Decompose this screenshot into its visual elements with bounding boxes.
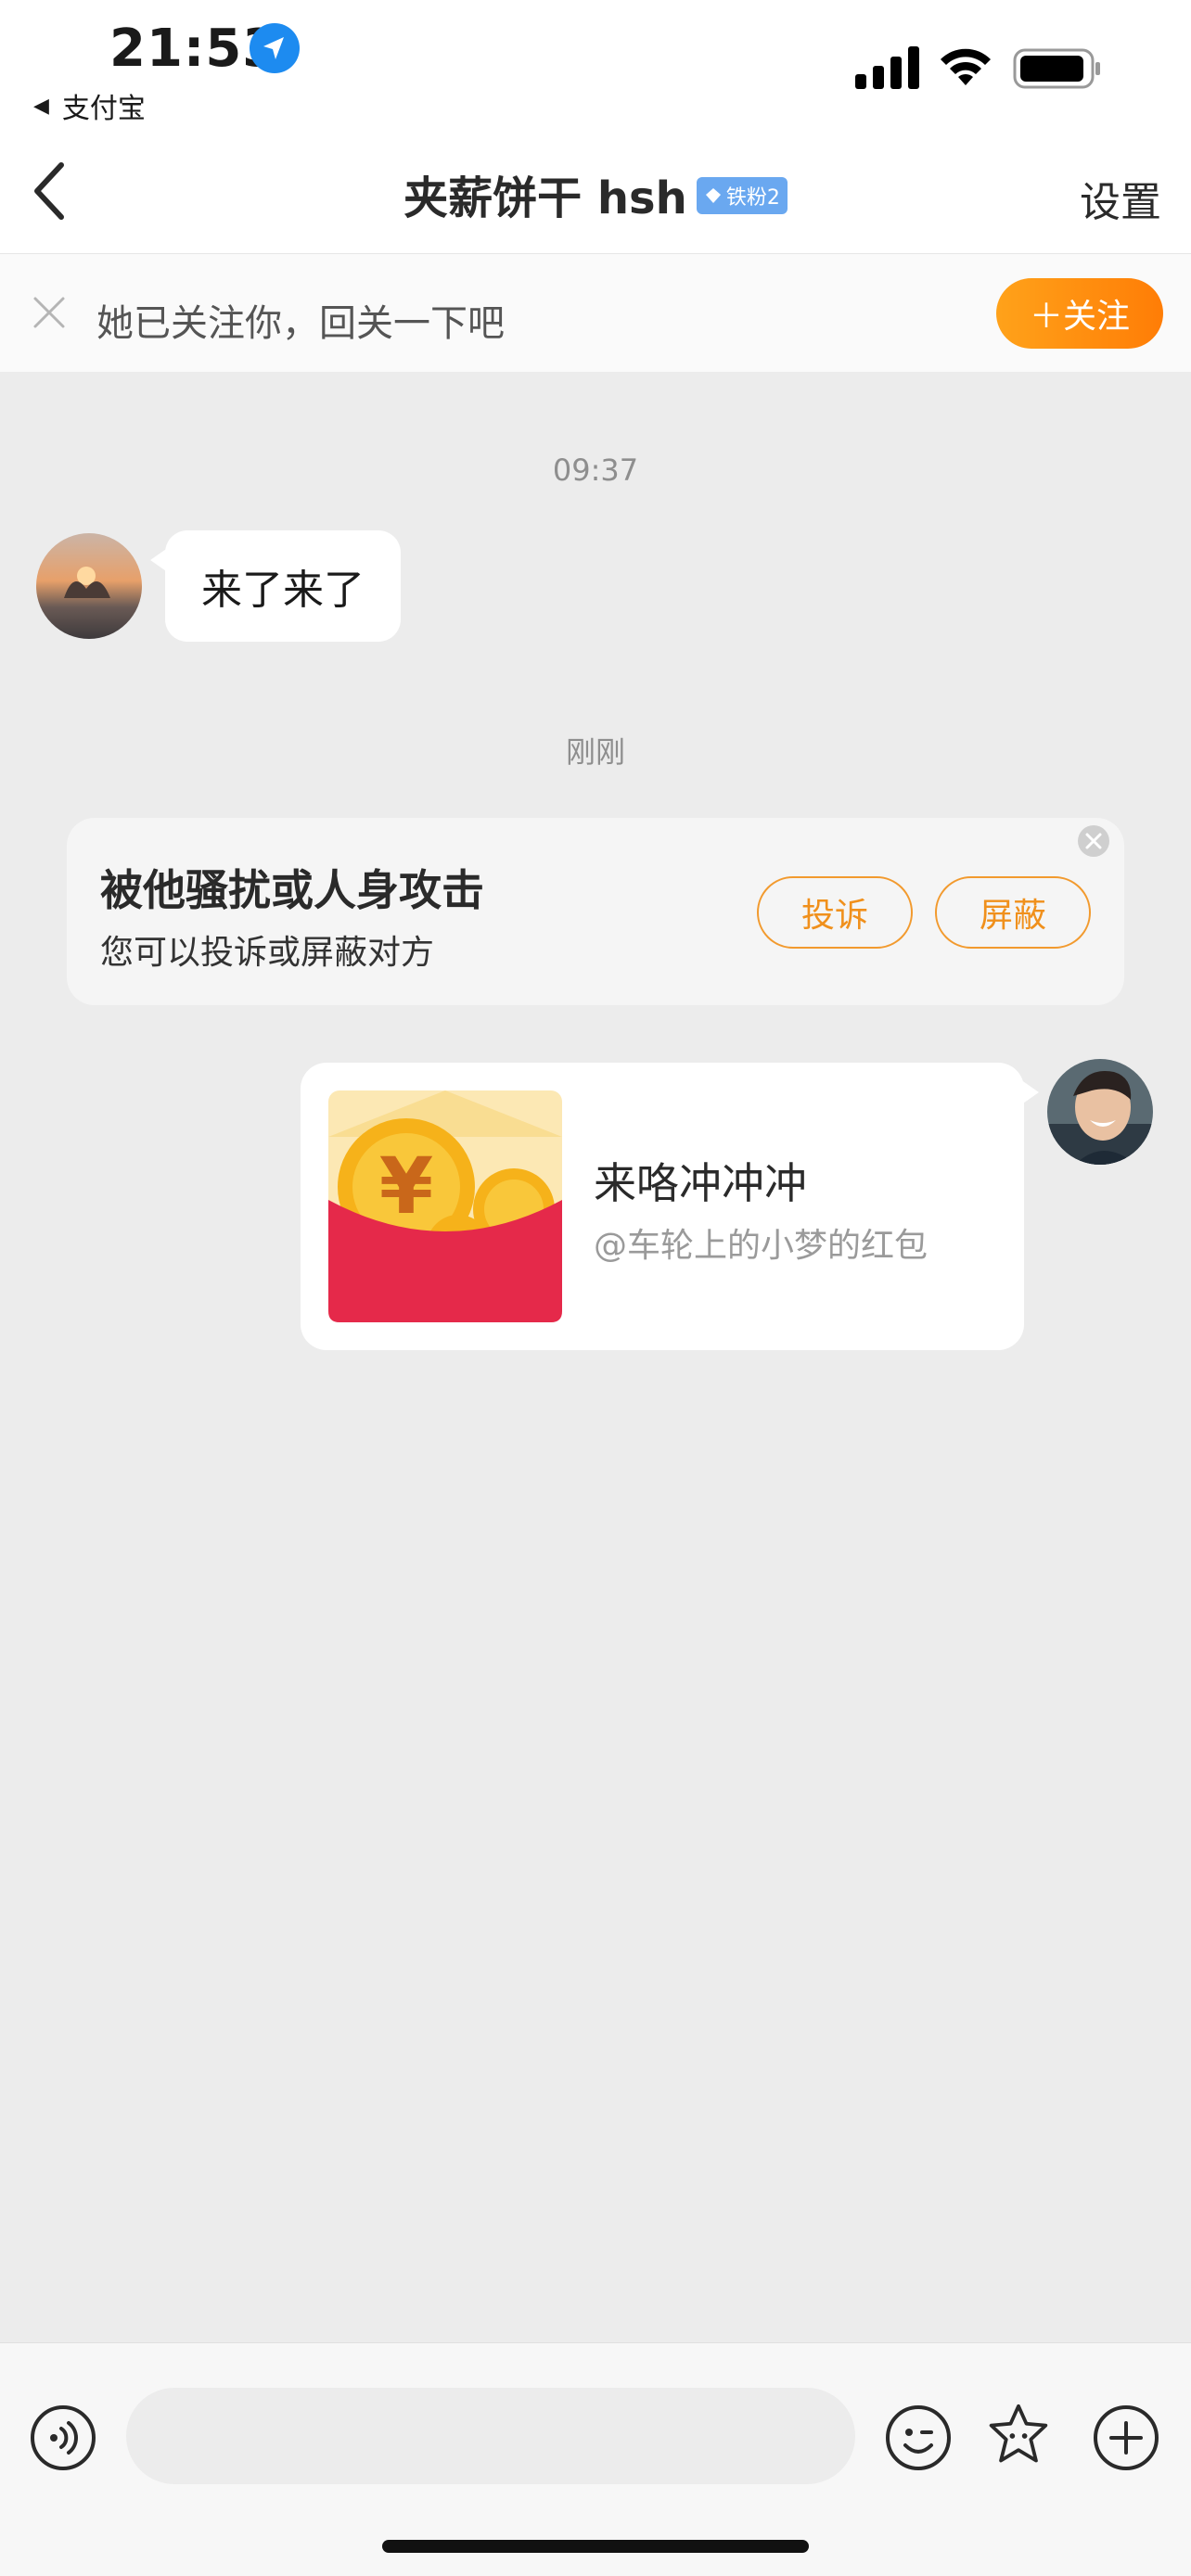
follow-back-prompt: 她已关注你，回关一下吧 ＋关注	[0, 254, 1191, 373]
chat-header: 夹薪饼干 hsh 铁粉2 设置	[0, 130, 1191, 254]
warning-title: 被他骚扰或人身攻击	[100, 865, 484, 915]
red-packet-message[interactable]: ¥ 来咯冲冲冲 @车轮上的小梦的红包	[301, 1063, 1039, 1350]
close-icon[interactable]	[32, 295, 67, 330]
follow-prompt-text: 她已关注你，回关一下吧	[96, 302, 505, 345]
chat-title: 夹薪饼干 hsh	[403, 172, 687, 224]
diamond-icon	[705, 188, 721, 203]
contact-avatar[interactable]	[36, 533, 142, 639]
report-button[interactable]: 投诉	[757, 876, 913, 949]
block-button[interactable]: 屏蔽	[935, 876, 1091, 949]
sticker-icon[interactable]	[985, 2403, 1052, 2469]
back-app-label: 支付宝	[61, 93, 146, 125]
follow-button[interactable]: ＋关注	[996, 278, 1163, 349]
wifi-icon	[941, 48, 991, 85]
plus-icon[interactable]	[1093, 2404, 1159, 2471]
fan-level-label: 铁粉2	[725, 186, 780, 210]
warning-subtitle: 您可以投诉或屏蔽对方	[100, 934, 435, 972]
battery-icon	[1013, 48, 1100, 89]
incoming-message-bubble[interactable]: 来了来了	[150, 530, 401, 642]
back-to-app-link[interactable]: ◀ 支付宝	[33, 85, 146, 126]
emoji-icon[interactable]	[885, 2404, 952, 2471]
message-input-bar	[0, 2342, 1191, 2576]
cellular-signal-icon	[855, 46, 919, 89]
red-packet-sender: @车轮上的小梦的红包	[594, 1227, 928, 1265]
voice-icon[interactable]	[30, 2404, 96, 2471]
fan-level-badge: 铁粉2	[696, 177, 788, 214]
red-envelope-icon: ¥	[328, 1090, 562, 1322]
message-input[interactable]	[126, 2388, 855, 2484]
location-arrow-icon	[250, 23, 300, 73]
harassment-warning-card: 被他骚扰或人身攻击 您可以投诉或屏蔽对方 投诉 屏蔽	[67, 818, 1124, 1005]
red-packet-title: 来咯冲冲冲	[594, 1158, 807, 1208]
back-triangle-icon: ◀	[33, 94, 49, 118]
message-timestamp: 刚刚	[565, 734, 625, 770]
my-avatar[interactable]	[1047, 1059, 1153, 1165]
status-bar: 21:53 ◀ 支付宝	[0, 0, 1191, 130]
message-timestamp: 09:37	[552, 453, 639, 488]
chat-title-group: 夹薪饼干 hsh 铁粉2	[0, 161, 1191, 226]
home-indicator[interactable]	[382, 2540, 809, 2553]
close-circle-icon[interactable]	[1076, 823, 1111, 859]
settings-button[interactable]: 设置	[1080, 169, 1161, 228]
svg-text:¥: ¥	[379, 1141, 433, 1231]
